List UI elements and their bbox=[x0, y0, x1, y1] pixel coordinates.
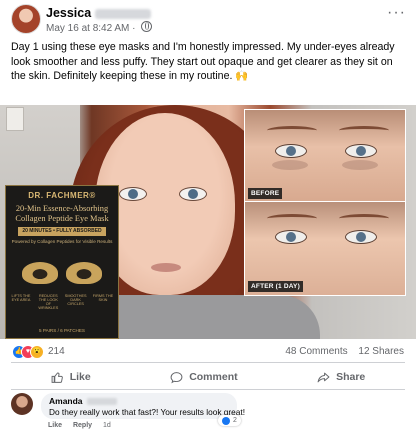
before-label: BEFORE bbox=[248, 188, 283, 199]
divider bbox=[11, 389, 405, 390]
comment-text: Do they really work that fast?! Your res… bbox=[49, 407, 245, 417]
box-brand: DR. FACHMER® bbox=[28, 191, 96, 200]
facebook-post: Jessica May 16 at 8:42 AM · ··· Day 1 us… bbox=[0, 0, 416, 438]
right-eye bbox=[179, 187, 207, 201]
before-panel: BEFORE bbox=[244, 109, 406, 203]
after-panel: AFTER (1 DAY) bbox=[244, 201, 406, 296]
comment-like-link[interactable]: Like bbox=[48, 422, 62, 429]
left-eye bbox=[119, 187, 147, 201]
box-feature: LIFTS THE EYE AREA bbox=[11, 294, 31, 302]
author-avatar[interactable] bbox=[11, 4, 41, 34]
box-title-line2: Collagen Peptide Eye Mask bbox=[15, 214, 109, 223]
comment-bubble-icon bbox=[170, 371, 183, 383]
under-eye-bag bbox=[342, 160, 378, 170]
like-button[interactable]: Like bbox=[51, 366, 91, 388]
reaction-count[interactable]: 214 bbox=[48, 346, 65, 357]
post-actions: Like Comment Share bbox=[11, 366, 405, 388]
blurred-surname bbox=[86, 398, 117, 406]
box-title-line1: 20-Min Essence-Absorbing bbox=[15, 204, 109, 213]
like-label: Like bbox=[69, 371, 91, 383]
post-caption: Day 1 using these eye masks and I'm hone… bbox=[11, 41, 395, 83]
share-arrow-icon bbox=[317, 372, 330, 382]
author-name[interactable]: Jessica bbox=[46, 6, 152, 20]
brow bbox=[339, 214, 389, 223]
lips bbox=[151, 263, 181, 272]
before-eye-left bbox=[275, 144, 307, 158]
light-switch bbox=[6, 107, 24, 131]
post-meta: May 16 at 8:42 AM · bbox=[46, 21, 153, 34]
post-header: Jessica May 16 at 8:42 AM · ··· bbox=[0, 0, 416, 36]
comment-links: Like Reply 1d bbox=[48, 422, 120, 429]
comment-bubble: Amanda Do they really work that fast?! Y… bbox=[41, 393, 245, 419]
comment-button[interactable]: Comment bbox=[170, 366, 238, 388]
after-label: AFTER (1 DAY) bbox=[248, 281, 303, 292]
brow bbox=[267, 214, 317, 223]
box-features: LIFTS THE EYE AREA REDUCES THE LOOK OF W… bbox=[10, 294, 114, 310]
box-feature: FIRMS THE SKIN bbox=[92, 294, 114, 302]
wow-reaction-icon: 😮 bbox=[30, 345, 44, 359]
box-subline: Powered by Collagen Peptides for Visible… bbox=[11, 239, 113, 244]
author-name-text[interactable]: Jessica bbox=[46, 6, 91, 20]
box-feature: SMOOTHES DARK CIRCLES bbox=[64, 294, 87, 306]
eye-mask-right bbox=[66, 262, 102, 284]
meta-separator: · bbox=[132, 23, 136, 34]
divider bbox=[11, 362, 405, 363]
eye-mask-left bbox=[22, 262, 58, 284]
commenter-avatar[interactable] bbox=[11, 393, 33, 415]
box-footer: 5 PAIRS / 6 PATCHES bbox=[39, 328, 85, 333]
brow bbox=[267, 126, 317, 135]
before-eye-right bbox=[345, 144, 377, 158]
box-band: 20 MINUTES • FULLY ABSORBED bbox=[18, 227, 106, 236]
shares-count[interactable]: 12 Shares bbox=[358, 346, 404, 357]
commenter-name[interactable]: Amanda bbox=[49, 396, 117, 406]
comments-count[interactable]: 48 Comments bbox=[285, 346, 347, 357]
under-eye-bag bbox=[272, 160, 308, 170]
reactions-bar: 👍 ♥ 😮 214 48 Comments 12 Shares bbox=[0, 340, 416, 362]
box-feature: REDUCES THE LOOK OF WRINKLES bbox=[38, 294, 59, 310]
thumbs-up-icon bbox=[51, 372, 63, 383]
post-date[interactable]: May 16 at 8:42 AM bbox=[46, 23, 129, 34]
like-reaction-icon bbox=[222, 416, 230, 425]
comment-reaction-count: 2 bbox=[233, 417, 237, 424]
more-options-icon[interactable]: ··· bbox=[387, 4, 406, 22]
blurred-surname bbox=[95, 8, 152, 19]
after-eye-left bbox=[275, 230, 307, 244]
product-box: DR. FACHMER® 20-Min Essence-Absorbing Co… bbox=[5, 185, 119, 339]
engagement-counts: 48 Comments 12 Shares bbox=[277, 346, 404, 357]
brow bbox=[339, 126, 389, 135]
commenter-name-text[interactable]: Amanda bbox=[49, 396, 83, 406]
box-title: 20-Min Essence-Absorbing Collagen Peptid… bbox=[6, 204, 118, 224]
comment-time[interactable]: 1d bbox=[103, 422, 111, 429]
share-button[interactable]: Share bbox=[317, 366, 365, 388]
comment-reactions[interactable]: 2 bbox=[218, 415, 241, 426]
share-label: Share bbox=[336, 371, 366, 383]
comment-label: Comment bbox=[189, 371, 238, 383]
comment-reply-link[interactable]: Reply bbox=[73, 422, 92, 429]
after-eye-right bbox=[345, 230, 377, 244]
globe-icon bbox=[141, 21, 153, 32]
